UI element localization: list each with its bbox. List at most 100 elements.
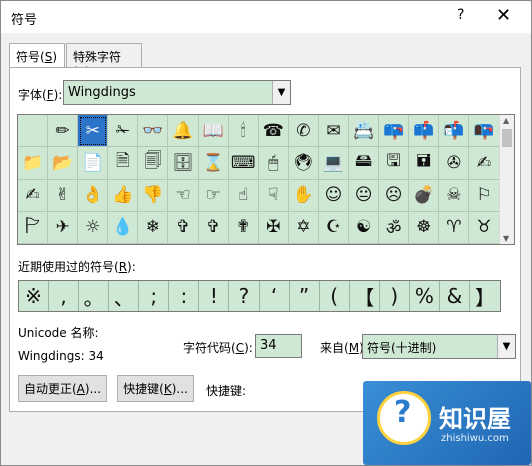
symbol-cell[interactable]: ✞ [168, 211, 199, 244]
recent-symbol-cell[interactable]: ) [380, 281, 410, 311]
symbol-cell[interactable]: ☜ [168, 179, 199, 212]
shortcut-key-button[interactable]: 快捷键(K)... [117, 375, 194, 402]
symbol-cell[interactable]: ✡ [288, 211, 319, 244]
symbol-cell[interactable]: 🖬 [409, 147, 440, 180]
recent-symbol-cell[interactable]: ; [139, 281, 170, 311]
symbol-cell[interactable]: 📁 [18, 147, 49, 180]
tab-symbols[interactable]: 符号(S) [9, 43, 65, 68]
recent-symbol-cell[interactable]: : [169, 281, 200, 311]
autocorrect-button[interactable]: 自动更正(A)... [18, 375, 107, 402]
symbol-cell[interactable]: 🖲 [288, 147, 319, 180]
symbol-cell[interactable]: 🗐 [138, 147, 169, 180]
symbol-cell[interactable]: ✋ [288, 179, 319, 212]
symbol-cell[interactable]: 📂 [48, 147, 79, 180]
recent-symbol-cell[interactable]: % [410, 281, 440, 311]
symbol-cell[interactable]: ✞ [198, 211, 229, 244]
symbol-cell[interactable]: ✍ [18, 179, 49, 212]
symbol-cell[interactable]: ☯ [349, 211, 380, 244]
char-code-input[interactable]: 34 [255, 334, 302, 358]
symbol-cell[interactable]: 📭 [469, 115, 500, 148]
recent-symbol-cell[interactable]: 、 [109, 281, 140, 311]
symbol-cell[interactable]: ✍ [469, 147, 500, 180]
symbol-cell[interactable]: ✠ [258, 211, 289, 244]
symbol-cell[interactable]: 📖 [198, 115, 229, 148]
symbol-cell[interactable]: ✈ [48, 211, 79, 244]
recent-symbol-cell[interactable]: ? [229, 281, 260, 311]
symbol-cell[interactable]: 📬 [439, 115, 470, 148]
font-dropdown[interactable]: Wingdings ▼ [63, 80, 291, 105]
symbol-cell[interactable]: ⚐ [469, 179, 500, 212]
recent-symbol-cell[interactable]: 。 [79, 281, 110, 311]
symbol-cell[interactable]: ☠ [439, 179, 470, 212]
symbol-cell[interactable]: 🖱 [258, 147, 289, 180]
symbol-dialog: 符号 ? ✕ 符号(S) 特殊字符(P) 字体(F): Wingdings ▼ … [0, 0, 532, 466]
symbol-cell[interactable]: ☎ [258, 115, 289, 148]
symbol-cell[interactable]: ☹ [379, 179, 410, 212]
symbol-cell[interactable]: 🏱 [18, 211, 49, 244]
symbol-cell[interactable]: 👍 [108, 179, 139, 212]
chevron-down-icon[interactable]: ▼ [272, 81, 290, 104]
close-button[interactable]: ✕ [496, 5, 511, 26]
symbol-cell[interactable]: ✉ [318, 115, 350, 148]
symbol-cell[interactable]: ✁ [108, 115, 139, 148]
symbol-cell[interactable]: 👎 [138, 179, 169, 212]
recent-symbols-label: 近期使用过的符号(R): [18, 260, 136, 274]
help-button[interactable]: ? [457, 7, 464, 23]
symbol-cell[interactable]: 🔔 [168, 115, 199, 148]
recent-symbol-cell[interactable]: ‘ [260, 281, 290, 311]
symbol-cell[interactable]: ✆ [288, 115, 319, 148]
scroll-thumb[interactable] [502, 129, 512, 147]
symbol-cell[interactable]: ☸ [409, 211, 440, 244]
symbol-cell[interactable]: 🖫 [379, 147, 410, 180]
watermark-brand: 知识屋 [439, 405, 511, 433]
symbol-cell[interactable]: ॐ [379, 211, 410, 244]
symbol-cell[interactable]: ☞ [198, 179, 229, 212]
symbol-cell[interactable]: ✂ [78, 115, 109, 148]
title-bar: 符号 ? ✕ [1, 1, 531, 33]
symbol-cell[interactable]: 📇 [349, 115, 380, 148]
symbol-cell[interactable]: ☟ [258, 179, 289, 212]
recent-symbol-cell[interactable]: ( [320, 281, 350, 311]
recent-symbol-cell[interactable]: 【 [350, 281, 380, 311]
symbol-cell[interactable]: 😐 [349, 179, 380, 212]
symbol-cell[interactable]: ⌨ [228, 147, 259, 180]
symbol-cell[interactable] [18, 115, 49, 148]
symbol-cell[interactable]: 📄 [78, 147, 109, 180]
unicode-name-label: Unicode 名称: [18, 326, 99, 340]
symbol-cell[interactable]: 💧 [108, 211, 139, 244]
symbol-grid-scrollbar[interactable]: ▲ ▼ [499, 115, 514, 244]
recent-symbol-cell[interactable]: ” [290, 281, 320, 311]
chevron-down-icon[interactable]: ▼ [497, 335, 515, 358]
recent-symbol-cell[interactable]: 】 [470, 281, 500, 311]
recent-symbol-cell[interactable]: & [440, 281, 470, 311]
recent-symbol-cell[interactable]: ※ [19, 281, 50, 311]
symbol-cell[interactable]: ❄ [138, 211, 169, 244]
symbol-cell[interactable]: ✇ [439, 147, 470, 180]
symbol-cell[interactable]: ☝ [228, 179, 259, 212]
scroll-down-icon[interactable]: ▼ [503, 234, 509, 243]
symbol-cell[interactable]: ☪ [318, 211, 350, 244]
tab-special-characters[interactable]: 特殊字符(P) [66, 43, 142, 79]
symbol-cell[interactable]: 🖴 [349, 147, 380, 180]
symbol-cell[interactable]: 📫 [409, 115, 440, 148]
symbol-cell[interactable]: 👓 [138, 115, 169, 148]
symbol-cell[interactable]: ✌ [48, 179, 79, 212]
symbol-cell[interactable]: ♉ [469, 211, 500, 244]
symbol-cell[interactable]: ☼ [78, 211, 109, 244]
symbol-cell[interactable]: ☺ [318, 179, 350, 212]
recent-symbol-cell[interactable]: ! [199, 281, 230, 311]
symbol-cell[interactable]: ✏ [48, 115, 79, 148]
recent-symbol-cell[interactable]: , [49, 281, 80, 311]
symbol-cell[interactable]: 🗎 [108, 147, 139, 180]
symbol-cell[interactable]: 🕯 [228, 115, 259, 148]
symbol-cell[interactable]: ✟ [228, 211, 259, 244]
symbol-cell[interactable]: ♈ [439, 211, 470, 244]
symbol-cell[interactable]: 👌 [78, 179, 109, 212]
from-dropdown[interactable]: 符号(十进制) ▼ [362, 334, 516, 359]
symbol-cell[interactable]: 💣 [409, 179, 440, 212]
scroll-up-icon[interactable]: ▲ [503, 116, 509, 125]
symbol-cell[interactable]: 📪 [379, 115, 410, 148]
symbol-cell[interactable]: ⌛ [198, 147, 229, 180]
symbol-cell[interactable]: 🗄 [168, 147, 199, 180]
symbol-cell[interactable]: 💻 [318, 147, 350, 180]
